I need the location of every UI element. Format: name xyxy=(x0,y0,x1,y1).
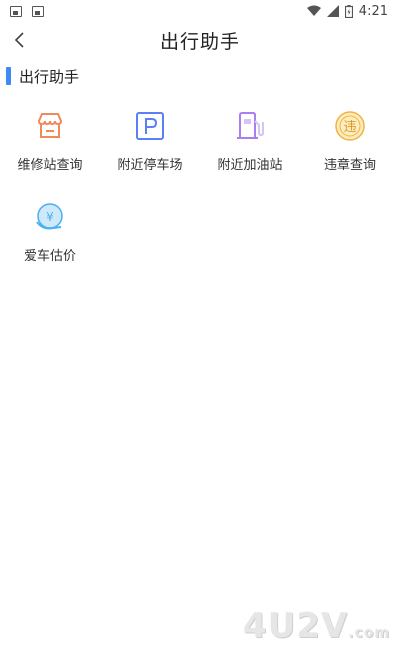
status-time: 4:21 xyxy=(358,3,388,19)
chevron-left-icon xyxy=(14,32,24,48)
tile-parking[interactable]: 附近停车场 xyxy=(100,108,200,173)
app-header: 出行助手 xyxy=(0,22,400,58)
watermark-suffix: .com xyxy=(348,625,390,641)
status-bar: 4:21 xyxy=(0,0,400,22)
page-title: 出行助手 xyxy=(159,30,240,53)
section-accent-bar xyxy=(6,67,11,85)
tile-repair-shop[interactable]: 维修站查询 xyxy=(0,108,100,173)
parking-icon xyxy=(132,108,168,144)
status-right: 4:21 xyxy=(306,3,388,19)
tile-violation[interactable]: 违 违章查询 xyxy=(300,108,400,173)
gallery-icon xyxy=(10,5,22,17)
tools-grid: 维修站查询 附近停车场 附近加油站 违 违章查询 ¥ 爱车估价 xyxy=(0,108,400,264)
tile-valuation[interactable]: ¥ 爱车估价 xyxy=(0,199,100,264)
tile-label: 爱车估价 xyxy=(23,249,76,264)
tile-label: 维修站查询 xyxy=(17,158,83,173)
tile-gas-station[interactable]: 附近加油站 xyxy=(200,108,300,173)
notification-icon xyxy=(32,5,44,17)
violation-icon: 违 xyxy=(332,108,368,144)
section-title: 出行助手 xyxy=(19,67,80,86)
watermark-text: 4U2V xyxy=(242,606,349,646)
valuation-icon: ¥ xyxy=(32,199,68,235)
section-header: 出行助手 xyxy=(6,66,79,86)
wifi-icon xyxy=(306,5,321,16)
violation-glyph: 违 xyxy=(343,120,356,135)
repair-shop-icon xyxy=(32,108,68,144)
back-button[interactable] xyxy=(6,26,34,54)
signal-icon xyxy=(326,5,339,17)
watermark: 4U2V.com xyxy=(243,606,390,646)
battery-icon xyxy=(344,4,353,18)
tile-label: 违章查询 xyxy=(323,158,376,173)
valuation-glyph: ¥ xyxy=(46,210,54,224)
tile-label: 附近停车场 xyxy=(117,158,183,173)
gas-station-icon xyxy=(232,108,268,144)
tile-label: 附近加油站 xyxy=(217,158,283,173)
status-left xyxy=(10,5,44,17)
